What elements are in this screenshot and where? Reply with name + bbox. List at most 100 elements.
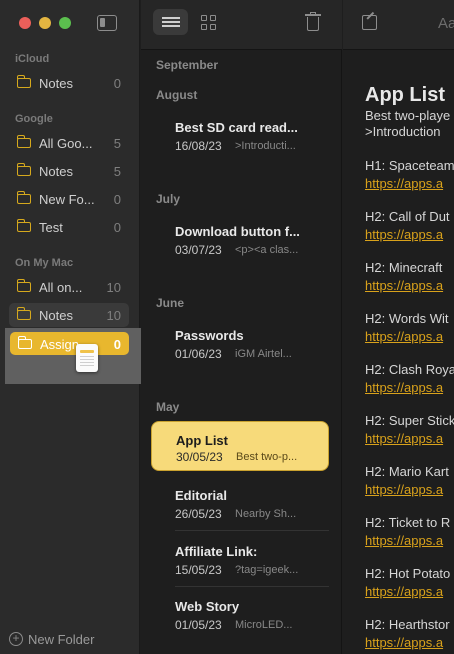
note-snippet: Best two-p...: [236, 451, 298, 463]
folder-name: New Fo...: [39, 192, 95, 207]
dragged-note-icon: [76, 344, 98, 372]
note-snippet: iGM Airtel...: [235, 348, 292, 360]
note-heading: H2: Minecraft: [365, 260, 443, 275]
divider: [175, 586, 329, 587]
sidebar-toggle-icon[interactable]: [97, 15, 117, 31]
folder-assign[interactable]: Assign... 0: [10, 332, 129, 355]
note-link[interactable]: https://apps.a: [365, 329, 443, 344]
note-title: Editorial: [175, 488, 228, 503]
month-header: May: [156, 400, 180, 414]
note-editor[interactable]: Aa App List Best two-playe >Introduction…: [343, 0, 454, 654]
folder-icon: [16, 307, 31, 320]
folder-mac-notes[interactable]: Notes 10: [9, 303, 129, 327]
trash-icon[interactable]: [305, 12, 321, 32]
list-view-button[interactable]: [153, 9, 188, 35]
note-item[interactable]: Best SD card read... 16/08/23 >Introduct…: [151, 112, 329, 162]
section-label-google: Google: [15, 113, 53, 125]
folder-icon: [16, 135, 31, 148]
folder-icloud-notes[interactable]: Notes 0: [9, 71, 129, 95]
month-header: July: [156, 192, 181, 206]
note-heading: H2: Clash Roya: [365, 362, 454, 377]
note-heading: H2: Call of Dut: [365, 209, 450, 224]
note-date: 30/05/23: [176, 450, 223, 464]
note-link[interactable]: https://apps.a: [365, 278, 443, 293]
note-heading: H2: Super Stick: [365, 413, 454, 428]
note-date: 01/06/23: [175, 347, 222, 361]
folder-icon: [16, 163, 31, 176]
note-date: 15/05/23: [175, 563, 222, 577]
note-item[interactable]: Web Story 01/05/23 MicroLED...: [151, 591, 329, 641]
note-snippet: >Introducti...: [235, 140, 296, 152]
folder-count: 0: [113, 192, 121, 207]
month-header: June: [156, 296, 185, 310]
folder-count: 0: [113, 337, 121, 352]
format-button[interactable]: Aa: [438, 15, 454, 32]
close-window-button[interactable]: [19, 17, 31, 29]
note-link[interactable]: https://apps.a: [365, 380, 443, 395]
folder-name: All on...: [39, 280, 83, 295]
folder-icon: [17, 336, 32, 349]
note-title: Download button f...: [175, 224, 300, 239]
note-heading: H2: Words Wit: [365, 311, 449, 326]
plus-circle-icon: +: [9, 632, 23, 646]
note-heading: H1: Spaceteam: [365, 158, 454, 173]
note-heading: H2: Hot Potato: [365, 566, 451, 581]
note-date: 03/07/23: [175, 243, 222, 257]
note-link[interactable]: https://apps.a: [365, 482, 443, 497]
note-date: 16/08/23: [175, 139, 222, 153]
folder-icon: [16, 75, 31, 88]
note-link[interactable]: https://apps.a: [365, 227, 443, 242]
note-body-title: App List: [365, 84, 445, 106]
note-snippet: ?tag=igeek...: [235, 564, 299, 576]
note-item[interactable]: Passwords 01/06/23 iGM Airtel...: [151, 320, 329, 370]
note-list: September August Best SD card read... 16…: [141, 0, 342, 654]
folder-all-on-mac[interactable]: All on... 10: [9, 275, 129, 299]
folder-google-notes[interactable]: Notes 5: [9, 159, 129, 183]
folder-icon: [16, 191, 31, 204]
new-folder-label: New Folder: [28, 632, 95, 647]
divider: [175, 530, 329, 531]
note-link[interactable]: https://apps.a: [365, 431, 443, 446]
folder-count: 10: [106, 308, 121, 323]
note-link[interactable]: https://apps.a: [365, 584, 443, 599]
gallery-view-icon[interactable]: [201, 15, 217, 31]
note-item-selected[interactable]: App List 30/05/23 Best two-p...: [151, 421, 329, 471]
note-snippet: Nearby Sh...: [235, 508, 297, 520]
note-snippet: <p><a clas...: [235, 244, 299, 256]
note-link[interactable]: https://apps.a: [365, 533, 443, 548]
note-body-text: Best two-playe: [365, 108, 451, 123]
note-heading: H2: Hearthstor: [365, 617, 450, 632]
note-link[interactable]: https://apps.a: [365, 176, 443, 191]
note-heading: H2: Mario Kart: [365, 464, 449, 479]
editor-toolbar: Aa: [343, 0, 454, 50]
sidebar: iCloud Notes 0 Google All Goo... 5 Notes…: [0, 0, 141, 654]
note-date: 26/05/23: [175, 507, 222, 521]
folder-count: 0: [113, 220, 121, 235]
note-item[interactable]: Download button f... 03/07/23 <p><a clas…: [151, 216, 329, 266]
folder-icon: [16, 219, 31, 232]
list-toolbar: [141, 0, 342, 50]
folder-all-google[interactable]: All Goo... 5: [9, 131, 129, 155]
folder-name: Notes: [39, 76, 73, 91]
note-title: Best SD card read...: [175, 120, 298, 135]
section-label-icloud: iCloud: [15, 53, 50, 65]
note-item[interactable]: Editorial 26/05/23 Nearby Sh...: [151, 480, 329, 530]
note-link[interactable]: https://apps.a: [365, 635, 443, 650]
note-title: Affiliate Link:: [175, 544, 258, 559]
folder-icon: [16, 279, 31, 292]
zoom-window-button[interactable]: [59, 17, 71, 29]
note-snippet: MicroLED...: [235, 619, 293, 631]
compose-icon[interactable]: [362, 15, 377, 30]
folder-test[interactable]: Test 0: [9, 215, 129, 239]
folder-new-folder[interactable]: New Fo... 0: [9, 187, 129, 211]
minimize-window-button[interactable]: [39, 17, 51, 29]
folder-count: 0: [113, 76, 121, 91]
folder-count: 5: [113, 164, 121, 179]
note-item[interactable]: Affiliate Link: 15/05/23 ?tag=igeek...: [151, 536, 329, 586]
note-title: App List: [176, 433, 228, 448]
note-title: Passwords: [175, 328, 244, 343]
folder-name: Notes: [39, 308, 73, 323]
note-heading: H2: Ticket to R: [365, 515, 451, 530]
month-header: September: [156, 58, 219, 72]
note-date: 01/05/23: [175, 618, 222, 632]
